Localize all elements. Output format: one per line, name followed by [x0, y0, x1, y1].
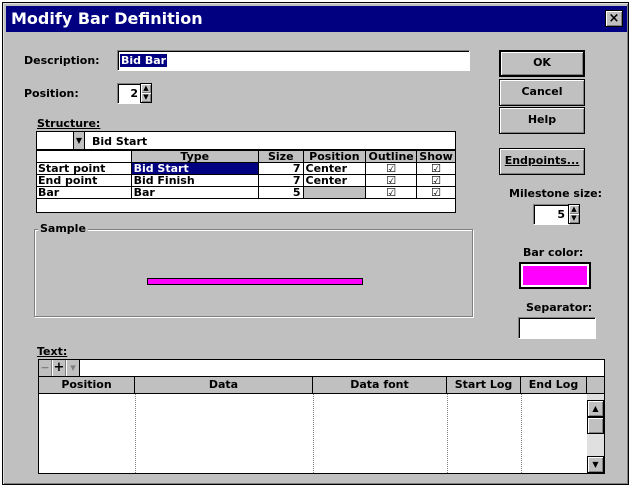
description-label: Description: — [24, 54, 100, 67]
cell-position[interactable]: Center — [302, 174, 367, 187]
cell-type[interactable]: Bar — [130, 186, 260, 199]
bar-color-label: Bar color: — [523, 246, 584, 259]
vertical-scrollbar[interactable]: ▲ ▼ — [587, 394, 604, 473]
col-text-position: Position — [39, 377, 135, 393]
table-row[interactable]: End point Bid Finish 7 Center ☑ ☑ — [36, 174, 456, 187]
col-show: Show — [416, 150, 456, 163]
col-divider — [521, 394, 522, 473]
window-title: Modify Bar Definition — [11, 9, 203, 28]
show-checkbox[interactable]: ☑ — [416, 174, 456, 187]
structure-table: Type Size Position Outline Show Start po… — [36, 150, 456, 199]
milestone-size-value: 5 — [557, 208, 565, 221]
col-type: Type — [130, 150, 260, 163]
position-spinner[interactable]: ▲ ▼ — [140, 83, 152, 103]
outline-checkbox[interactable]: ☑ — [365, 174, 418, 187]
add-row-icon[interactable]: + — [53, 360, 66, 376]
show-checkbox[interactable]: ☑ — [416, 162, 456, 175]
col-outline: Outline — [365, 150, 418, 163]
milestone-spinner[interactable]: ▲ ▼ — [568, 204, 580, 224]
spin-down-icon[interactable]: ▼ — [141, 93, 151, 102]
structure-dropdown-value: Bid Start — [92, 135, 148, 148]
row-name: Start point — [36, 162, 132, 175]
structure-label: Structure: — [37, 117, 101, 130]
text-header-row: Position Data Data font Start Log End Lo… — [39, 377, 604, 394]
cell-size[interactable]: 7 — [258, 162, 304, 175]
row-header-blank — [36, 150, 132, 163]
description-field[interactable]: Bid Bar — [117, 50, 470, 71]
separator-label: Separator: — [526, 301, 593, 314]
col-position: Position — [302, 150, 367, 163]
cancel-button[interactable]: Cancel — [499, 79, 585, 106]
col-text-start-log: Start Log — [447, 377, 521, 393]
position-field[interactable]: 2 — [117, 83, 141, 104]
dropdown-arrow-icon[interactable]: ▼ — [73, 132, 85, 149]
col-divider — [447, 394, 448, 473]
close-button[interactable]: × — [605, 10, 623, 27]
outline-checkbox[interactable]: ☑ — [365, 162, 418, 175]
structure-header-row: Type Size Position Outline Show — [36, 150, 456, 163]
text-label: Text: — [37, 345, 68, 358]
structure-dropdown-row: ▼ Bid Start — [37, 132, 455, 150]
col-text-data: Data — [135, 377, 313, 393]
spin-up-icon[interactable]: ▲ — [569, 205, 579, 214]
row-dropdown-icon[interactable]: ▾ — [67, 360, 80, 376]
sample-label: Sample — [38, 222, 88, 235]
show-checkbox[interactable]: ☑ — [416, 186, 456, 199]
row-name: Bar — [36, 186, 132, 199]
position-label: Position: — [24, 87, 79, 100]
cell-size[interactable]: 7 — [258, 174, 304, 187]
milestone-size-label: Milestone size: — [509, 187, 603, 200]
spin-up-icon[interactable]: ▲ — [141, 84, 151, 93]
col-divider — [313, 394, 314, 473]
close-icon: × — [608, 11, 620, 26]
table-row[interactable]: Start point Bid Start 7 Center ☑ ☑ — [36, 162, 456, 175]
spin-down-icon[interactable]: ▼ — [569, 214, 579, 223]
cell-position[interactable]: Center — [302, 162, 367, 175]
scroll-thumb[interactable] — [587, 417, 604, 434]
scroll-up-icon[interactable]: ▲ — [587, 400, 604, 417]
sample-group: Sample — [34, 222, 473, 317]
cell-type[interactable]: Bid Finish — [130, 174, 260, 187]
cell-size[interactable]: 5 — [258, 186, 304, 199]
description-value: Bid Bar — [120, 54, 168, 67]
row-name: End point — [36, 174, 132, 187]
endpoints-button[interactable]: Endpoints... — [499, 148, 585, 175]
title-bar: Modify Bar Definition × — [6, 6, 627, 32]
cell-type[interactable]: Bid Start — [130, 162, 260, 175]
help-button[interactable]: Help — [499, 107, 585, 134]
col-text-data-font: Data font — [313, 377, 447, 393]
col-text-end-log: End Log — [521, 377, 587, 393]
scroll-down-icon[interactable]: ▼ — [587, 456, 604, 473]
col-divider — [135, 394, 136, 473]
ok-button[interactable]: OK — [499, 50, 585, 77]
modify-bar-dialog: Modify Bar Definition × Description: Bid… — [2, 2, 629, 485]
sample-bar — [147, 278, 363, 285]
col-size: Size — [258, 150, 304, 163]
position-value: 2 — [130, 87, 138, 100]
bar-color-fill — [523, 266, 587, 285]
cell-position[interactable] — [302, 186, 367, 199]
text-toolbar: − + ▾ — [39, 360, 604, 377]
outline-checkbox[interactable]: ☑ — [365, 186, 418, 199]
structure-grid: ▼ Bid Start Type Size Position Outline S… — [36, 131, 456, 213]
milestone-size-field[interactable]: 5 — [533, 204, 569, 225]
separator-field[interactable] — [518, 317, 596, 339]
remove-row-icon[interactable]: − — [39, 360, 52, 376]
text-grid: − + ▾ Position Data Data font Start Log … — [38, 359, 605, 474]
table-row[interactable]: Bar Bar 5 ☑ ☑ — [36, 186, 456, 199]
bar-color-swatch[interactable] — [519, 262, 591, 289]
